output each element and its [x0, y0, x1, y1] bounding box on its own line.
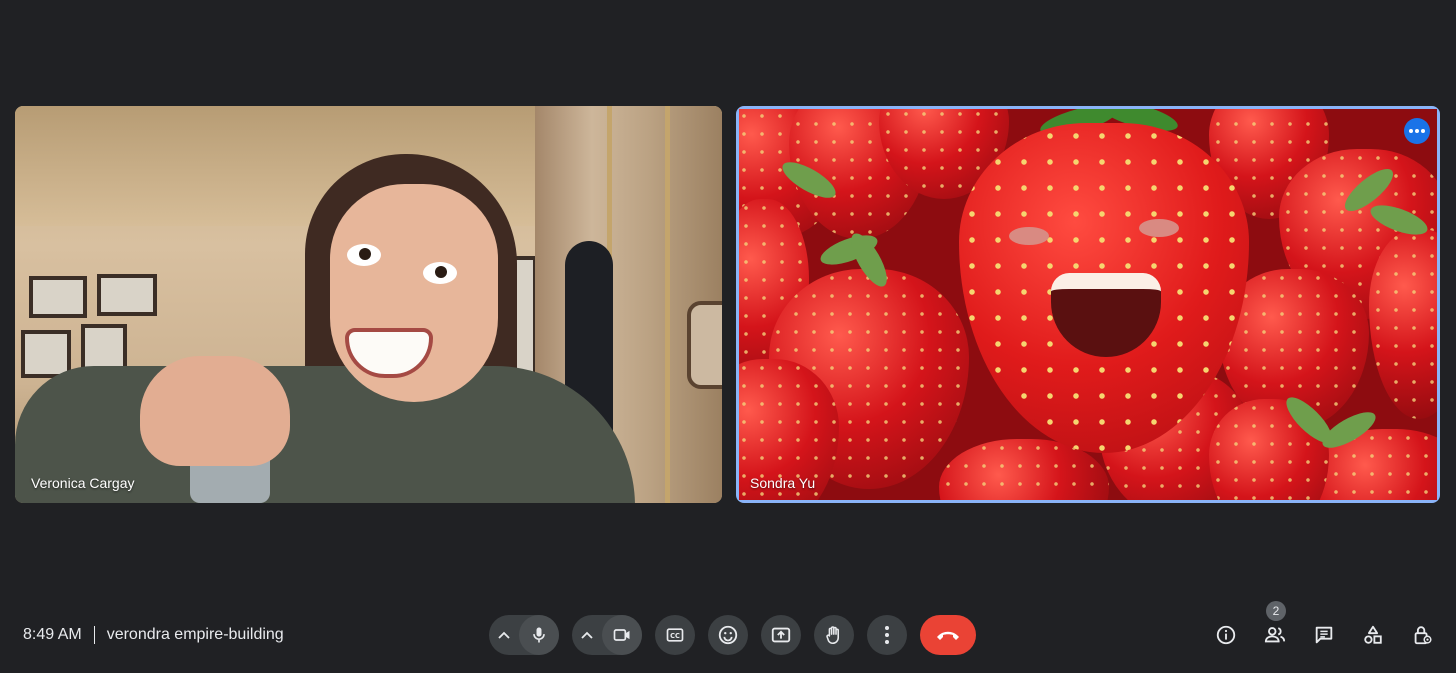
- video-feed: [15, 106, 722, 503]
- camera-icon: [613, 629, 630, 641]
- meeting-title: verondra empire-building: [106, 626, 284, 643]
- people-count-badge: 2: [1266, 601, 1286, 621]
- meeting-details-button[interactable]: [1206, 615, 1246, 655]
- video-feed: [739, 109, 1437, 500]
- call-controls: CC: [489, 615, 976, 655]
- captions-button[interactable]: CC: [655, 615, 695, 655]
- raise-hand-icon: [826, 626, 839, 645]
- participant-name: Sondra Yu: [750, 475, 816, 491]
- video-tile-sondra[interactable]: Sondra Yu: [736, 106, 1440, 503]
- microphone-button[interactable]: [519, 615, 559, 655]
- captions-icon: CC: [666, 628, 684, 642]
- raise-hand-button[interactable]: [814, 615, 854, 655]
- people-icon: [1264, 627, 1286, 643]
- divider: [93, 626, 95, 644]
- host-controls-icon: [1414, 626, 1432, 645]
- more-options-button[interactable]: [867, 615, 907, 655]
- chat-button[interactable]: [1304, 615, 1344, 655]
- chevron-up-icon: [581, 631, 593, 639]
- meeting-details: 8:49 AM verondra empire-building: [23, 626, 284, 644]
- info-icon: [1216, 625, 1236, 645]
- side-panel-tools: 2: [1206, 601, 1451, 655]
- chat-icon: [1315, 626, 1333, 644]
- end-call-icon: [937, 631, 959, 640]
- people-button[interactable]: 2: [1255, 601, 1295, 655]
- video-options-button[interactable]: [572, 615, 602, 655]
- meet-call-screen: Veronica Cargay Sondra Yu 8:49 AM verond…: [0, 0, 1456, 673]
- present-icon: [771, 627, 791, 643]
- audio-control-group: [489, 615, 559, 655]
- video-tile-veronica[interactable]: Veronica Cargay: [15, 106, 722, 503]
- more-options-icon: [885, 626, 889, 644]
- present-screen-button[interactable]: [761, 615, 801, 655]
- participant-name: Veronica Cargay: [31, 475, 135, 491]
- bottom-control-bar: 8:49 AM verondra empire-building CC 2: [0, 600, 1456, 673]
- svg-text:CC: CC: [670, 632, 680, 640]
- camera-button[interactable]: [602, 615, 642, 655]
- audio-options-button[interactable]: [489, 615, 519, 655]
- activities-icon: [1364, 625, 1382, 644]
- tile-more-options-button[interactable]: [1404, 118, 1430, 144]
- emoji-icon: [718, 625, 738, 645]
- meeting-time: 8:49 AM: [23, 626, 82, 643]
- chevron-up-icon: [498, 631, 510, 639]
- host-controls-button[interactable]: [1402, 615, 1442, 655]
- microphone-icon: [533, 627, 545, 643]
- leave-call-button[interactable]: [920, 615, 976, 655]
- emoji-reactions-button[interactable]: [708, 615, 748, 655]
- activities-button[interactable]: [1353, 615, 1393, 655]
- video-control-group: [572, 615, 642, 655]
